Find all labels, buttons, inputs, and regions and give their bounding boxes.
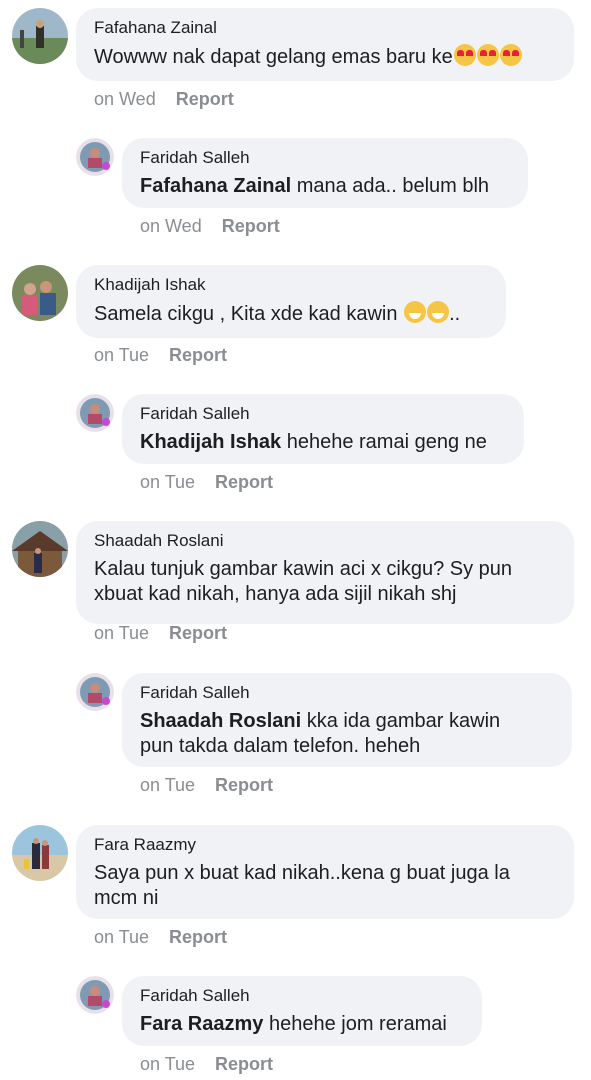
comment-bubble: Faridah Salleh Shaadah Roslani kka ida g…: [122, 673, 572, 767]
comment-time[interactable]: on Tue: [140, 775, 195, 795]
avatar[interactable]: [12, 8, 68, 64]
mention-link[interactable]: Khadijah Ishak: [140, 431, 281, 453]
mention-link[interactable]: Fara Raazmy: [140, 1013, 263, 1035]
comment-meta: on Wed Report: [140, 216, 280, 237]
comment-meta: on Tue Report: [94, 345, 227, 366]
comment-text: Samela cikgu , Kita xde kad kawin ..: [94, 301, 461, 325]
comment-bubble: Faridah Salleh Fara Raazmy hehehe jom re…: [122, 976, 482, 1046]
avatar[interactable]: [76, 976, 114, 1014]
comment-author[interactable]: Fafahana Zainal: [94, 18, 556, 38]
avatar[interactable]: [76, 138, 114, 176]
report-button[interactable]: Report: [169, 623, 227, 643]
comment-time[interactable]: on Tue: [94, 927, 149, 947]
comment-bubble: Faridah Salleh Fafahana Zainal mana ada.…: [122, 138, 528, 208]
report-button[interactable]: Report: [222, 216, 280, 236]
comment-meta: on Tue Report: [140, 775, 273, 796]
comment-text: Kalau tunjuk gambar kawin aci x cikgu? S…: [94, 558, 513, 605]
comment-meta: on Wed Report: [94, 89, 234, 110]
comment-author[interactable]: Shaadah Roslani: [94, 531, 556, 551]
heart-eyes-emoji-icon: [453, 44, 476, 66]
report-button[interactable]: Report: [169, 345, 227, 365]
heart-eyes-emoji-icon: [476, 44, 499, 66]
avatar[interactable]: [12, 521, 68, 577]
report-button[interactable]: Report: [169, 927, 227, 947]
comment-bubble: Shaadah Roslani Kalau tunjuk gambar kawi…: [76, 521, 574, 624]
comment-author[interactable]: Faridah Salleh: [140, 683, 554, 703]
comment-author[interactable]: Fara Raazmy: [94, 835, 556, 855]
avatar[interactable]: [12, 265, 68, 321]
comment-time[interactable]: on Tue: [94, 623, 149, 643]
comment-author[interactable]: Khadijah Ishak: [94, 275, 488, 295]
comment-bubble: Fara Raazmy Saya pun x buat kad nikah..k…: [76, 825, 574, 919]
comment-text: Khadijah Ishak hehehe ramai geng ne: [140, 431, 487, 453]
sweat-smile-emoji-icon: [427, 301, 450, 323]
comment-bubble: Faridah Salleh Khadijah Ishak hehehe ram…: [122, 394, 524, 464]
comment-text: Saya pun x buat kad nikah..kena g buat j…: [94, 862, 510, 909]
report-button[interactable]: Report: [215, 472, 273, 492]
comment-bubble: Fafahana Zainal Wowww nak dapat gelang e…: [76, 8, 574, 81]
comment-author[interactable]: Faridah Salleh: [140, 148, 510, 168]
comment-author[interactable]: Faridah Salleh: [140, 986, 464, 1006]
comment-text: Wowww nak dapat gelang emas baru ke: [94, 44, 556, 70]
report-button[interactable]: Report: [215, 1054, 273, 1074]
mention-link[interactable]: Fafahana Zainal: [140, 175, 291, 197]
report-button[interactable]: Report: [215, 775, 273, 795]
comment-meta: on Tue Report: [140, 1054, 273, 1075]
comment-meta: on Tue Report: [140, 472, 273, 493]
heart-eyes-emoji-icon: [499, 44, 522, 66]
comment-time[interactable]: on Wed: [140, 216, 202, 236]
comment-time[interactable]: on Tue: [140, 1054, 195, 1074]
comment-bubble: Khadijah Ishak Samela cikgu , Kita xde k…: [76, 265, 506, 338]
avatar[interactable]: [76, 394, 114, 432]
sweat-smile-emoji-icon: [404, 301, 427, 323]
avatar[interactable]: [76, 673, 114, 711]
comment-meta: on Tue Report: [94, 927, 227, 948]
comment-time[interactable]: on Wed: [94, 89, 156, 109]
comment-text: Shaadah Roslani kka ida gambar kawin pun …: [140, 710, 501, 757]
comment-meta: on Tue Report: [94, 623, 227, 644]
comment-text: Fafahana Zainal mana ada.. belum blh: [140, 175, 490, 197]
comment-text: Fara Raazmy hehehe jom reramai: [140, 1013, 447, 1035]
avatar[interactable]: [12, 825, 68, 881]
report-button[interactable]: Report: [176, 89, 234, 109]
comment-author[interactable]: Faridah Salleh: [140, 404, 506, 424]
comment-time[interactable]: on Tue: [94, 345, 149, 365]
mention-link[interactable]: Shaadah Roslani: [140, 710, 301, 732]
comment-time[interactable]: on Tue: [140, 472, 195, 492]
